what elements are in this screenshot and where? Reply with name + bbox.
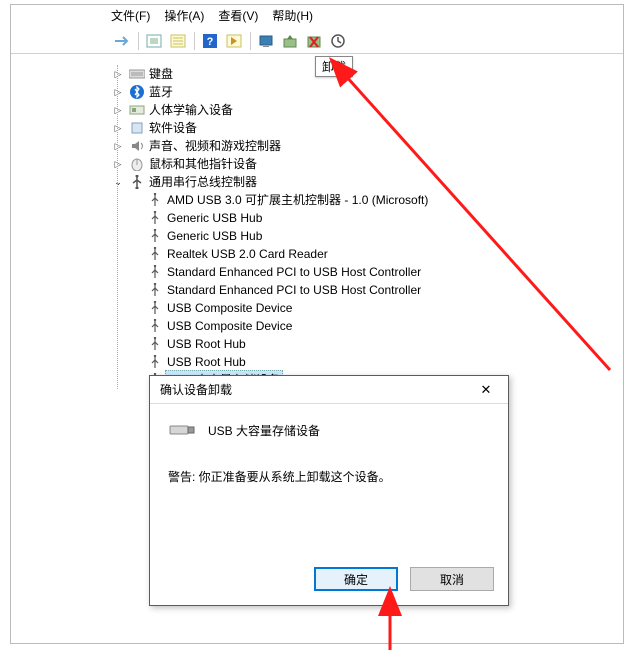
cancel-button[interactable]: 取消 bbox=[410, 567, 494, 591]
menu-view[interactable]: 查看(V) bbox=[218, 7, 258, 25]
toolbar-divider bbox=[11, 53, 623, 54]
keyboard-icon bbox=[129, 66, 145, 82]
mouse-icon bbox=[129, 156, 145, 172]
refresh-icon[interactable] bbox=[327, 31, 349, 51]
nav-forward-icon[interactable] bbox=[111, 31, 133, 51]
show-hidden-icon[interactable] bbox=[143, 31, 165, 51]
software-device-icon bbox=[129, 120, 145, 136]
tree-label: Generic USB Hub bbox=[167, 227, 262, 245]
tree-item[interactable]: Standard Enhanced PCI to USB Host Contro… bbox=[111, 281, 619, 299]
window-frame: 文件(F) 操作(A) 查看(V) 帮助(H) ? bbox=[10, 4, 624, 644]
ok-button[interactable]: 确定 bbox=[314, 567, 398, 591]
tree-label: Generic USB Hub bbox=[167, 209, 262, 227]
tree-label: Standard Enhanced PCI to USB Host Contro… bbox=[167, 281, 421, 299]
usb-device-icon bbox=[147, 318, 163, 334]
toolbar-separator bbox=[135, 31, 141, 51]
tree-label: 键盘 bbox=[149, 65, 173, 83]
dialog-titlebar[interactable]: 确认设备卸载 ✕ bbox=[150, 376, 508, 404]
tree-category[interactable]: ▷ 软件设备 bbox=[111, 119, 619, 137]
tree-category[interactable]: ▷ 蓝牙 bbox=[111, 83, 619, 101]
dialog-device-name: USB 大容量存储设备 bbox=[208, 420, 320, 439]
tree-label: USB Root Hub bbox=[167, 335, 246, 353]
confirm-uninstall-dialog: 确认设备卸载 ✕ USB 大容量存储设备 警告: 你正准备要从系统上卸载这个设备… bbox=[149, 375, 509, 606]
menu-action[interactable]: 操作(A) bbox=[164, 7, 204, 25]
tree-label: AMD USB 3.0 可扩展主机控制器 - 1.0 (Microsoft) bbox=[167, 191, 428, 209]
tree-item[interactable]: USB Composite Device bbox=[111, 317, 619, 335]
help-icon[interactable]: ? bbox=[199, 31, 221, 51]
action-icon[interactable] bbox=[223, 31, 245, 51]
tree-item[interactable]: Standard Enhanced PCI to USB Host Contro… bbox=[111, 263, 619, 281]
menu-file[interactable]: 文件(F) bbox=[111, 7, 150, 25]
usb-device-icon bbox=[147, 192, 163, 208]
usb-device-icon bbox=[147, 228, 163, 244]
dialog-warning-text: 警告: 你正准备要从系统上卸载这个设备。 bbox=[168, 468, 490, 485]
hid-icon bbox=[129, 102, 145, 118]
tree-label: USB Root Hub bbox=[167, 353, 246, 371]
tree-label: Standard Enhanced PCI to USB Host Contro… bbox=[167, 263, 421, 281]
chevron-right-icon[interactable]: ▷ bbox=[111, 85, 125, 99]
toolbar-separator bbox=[191, 31, 197, 51]
dialog-title: 确认设备卸载 bbox=[160, 381, 232, 398]
tree-item[interactable]: Generic USB Hub bbox=[111, 209, 619, 227]
chevron-right-icon[interactable]: ▷ bbox=[111, 121, 125, 135]
tree-item[interactable]: Generic USB Hub bbox=[111, 227, 619, 245]
device-tree: ▷ 键盘 ▷ 蓝牙 ▷ 人体学输入设备 ▷ 软件设备 bbox=[111, 65, 619, 389]
tree-label: 蓝牙 bbox=[149, 83, 173, 101]
tree-label: 软件设备 bbox=[149, 119, 197, 137]
update-driver-icon[interactable] bbox=[279, 31, 301, 51]
uninstall-icon[interactable] bbox=[303, 31, 325, 51]
tree-item[interactable]: USB Root Hub bbox=[111, 353, 619, 371]
properties-icon[interactable] bbox=[167, 31, 189, 51]
tree-item[interactable]: USB Composite Device bbox=[111, 299, 619, 317]
menu-help[interactable]: 帮助(H) bbox=[272, 7, 313, 25]
tree-label: Realtek USB 2.0 Card Reader bbox=[167, 245, 328, 263]
tree-item[interactable]: Realtek USB 2.0 Card Reader bbox=[111, 245, 619, 263]
svg-text:?: ? bbox=[207, 36, 214, 48]
usb-device-icon bbox=[147, 264, 163, 280]
usb-controller-icon bbox=[129, 174, 145, 190]
tree-label: 人体学输入设备 bbox=[149, 101, 233, 119]
menu-bar: 文件(F) 操作(A) 查看(V) 帮助(H) bbox=[111, 7, 313, 25]
usb-storage-icon bbox=[168, 420, 196, 440]
tree-item[interactable]: AMD USB 3.0 可扩展主机控制器 - 1.0 (Microsoft) bbox=[111, 191, 619, 209]
tree-label: USB Composite Device bbox=[167, 317, 292, 335]
sound-icon bbox=[129, 138, 145, 154]
chevron-down-icon[interactable]: ⌄ bbox=[111, 175, 125, 189]
tree-label: USB Composite Device bbox=[167, 299, 292, 317]
tree-label: 声音、视频和游戏控制器 bbox=[149, 137, 281, 155]
toolbar-separator bbox=[247, 31, 253, 51]
tree-category[interactable]: ▷ 声音、视频和游戏控制器 bbox=[111, 137, 619, 155]
usb-device-icon bbox=[147, 210, 163, 226]
tree-item[interactable]: USB Root Hub bbox=[111, 335, 619, 353]
chevron-right-icon[interactable]: ▷ bbox=[111, 103, 125, 117]
tree-category[interactable]: ▷ 键盘 bbox=[111, 65, 619, 83]
tree-category[interactable]: ▷ 鼠标和其他指针设备 bbox=[111, 155, 619, 173]
usb-device-icon bbox=[147, 246, 163, 262]
usb-device-icon bbox=[147, 336, 163, 352]
tree-label: 鼠标和其他指针设备 bbox=[149, 155, 257, 173]
usb-device-icon bbox=[147, 354, 163, 370]
chevron-right-icon[interactable]: ▷ bbox=[111, 157, 125, 171]
toolbar: ? bbox=[111, 29, 349, 53]
tree-label: 通用串行总线控制器 bbox=[149, 173, 257, 191]
chevron-right-icon[interactable]: ▷ bbox=[111, 67, 125, 81]
scan-hardware-icon[interactable] bbox=[255, 31, 277, 51]
usb-device-icon bbox=[147, 282, 163, 298]
usb-device-icon bbox=[147, 300, 163, 316]
bluetooth-icon bbox=[129, 84, 145, 100]
chevron-right-icon[interactable]: ▷ bbox=[111, 139, 125, 153]
tree-category[interactable]: ⌄ 通用串行总线控制器 bbox=[111, 173, 619, 191]
close-icon[interactable]: ✕ bbox=[468, 379, 504, 401]
tree-category[interactable]: ▷ 人体学输入设备 bbox=[111, 101, 619, 119]
